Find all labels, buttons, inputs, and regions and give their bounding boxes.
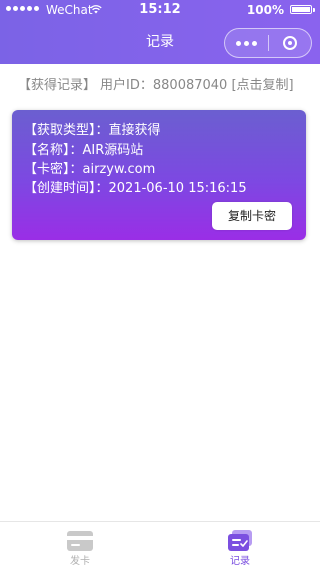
close-target-icon [282,36,297,50]
record-key-value: airzyw.com [82,162,156,177]
record-name-label: 【名称】： [24,143,83,158]
mini-program-capsule [224,28,312,58]
user-id-label: 用户ID： [100,78,153,93]
tab-records[interactable]: 记录 [160,522,320,569]
section-label: 【获得记录】 [18,78,97,93]
copy-key-button[interactable]: 复制卡密 [212,202,292,230]
record-name-value: AIR源码站 [82,143,144,158]
record-list-icon [228,530,252,551]
record-card: 【获取类型】：直接获得 【名称】：AIR源码站 【卡密】：airzyw.com … [12,110,306,240]
record-key-row: 【卡密】：airzyw.com [24,161,155,179]
record-type-row: 【获取类型】：直接获得 [24,122,161,140]
more-dots-icon [235,40,241,46]
tab-records-label: 记录 [230,556,250,567]
battery-percentage: 100% [246,3,284,17]
battery-icon [290,5,315,14]
more-options-button[interactable] [225,29,268,57]
record-type-value: 直接获得 [108,123,161,138]
record-info-line: 【获得记录】 用户ID：880087040 [点击复制] [18,76,294,96]
bottom-tab-bar: 发卡 记录 [0,521,320,569]
record-key-label: 【卡密】： [24,162,83,177]
record-type-label: 【获取类型】： [24,123,109,138]
close-button[interactable] [268,29,311,57]
tab-issue-card-label: 发卡 [70,556,90,567]
record-created-value: 2021-06-10 15:16:15 [108,181,247,196]
tab-issue-card[interactable]: 发卡 [0,522,160,569]
status-bar: WeChat 15:12 100% [0,0,320,22]
user-id-value: 880087040 [152,78,228,93]
record-created-label: 【创建时间】： [24,181,109,196]
app-header: WeChat 15:12 100% 记录 [0,0,320,64]
copy-user-id-link[interactable]: [点击复制] [231,78,293,93]
card-icon [67,531,93,551]
record-created-row: 【创建时间】：2021-06-10 15:16:15 [24,180,247,198]
record-name-row: 【名称】：AIR源码站 [24,142,143,160]
